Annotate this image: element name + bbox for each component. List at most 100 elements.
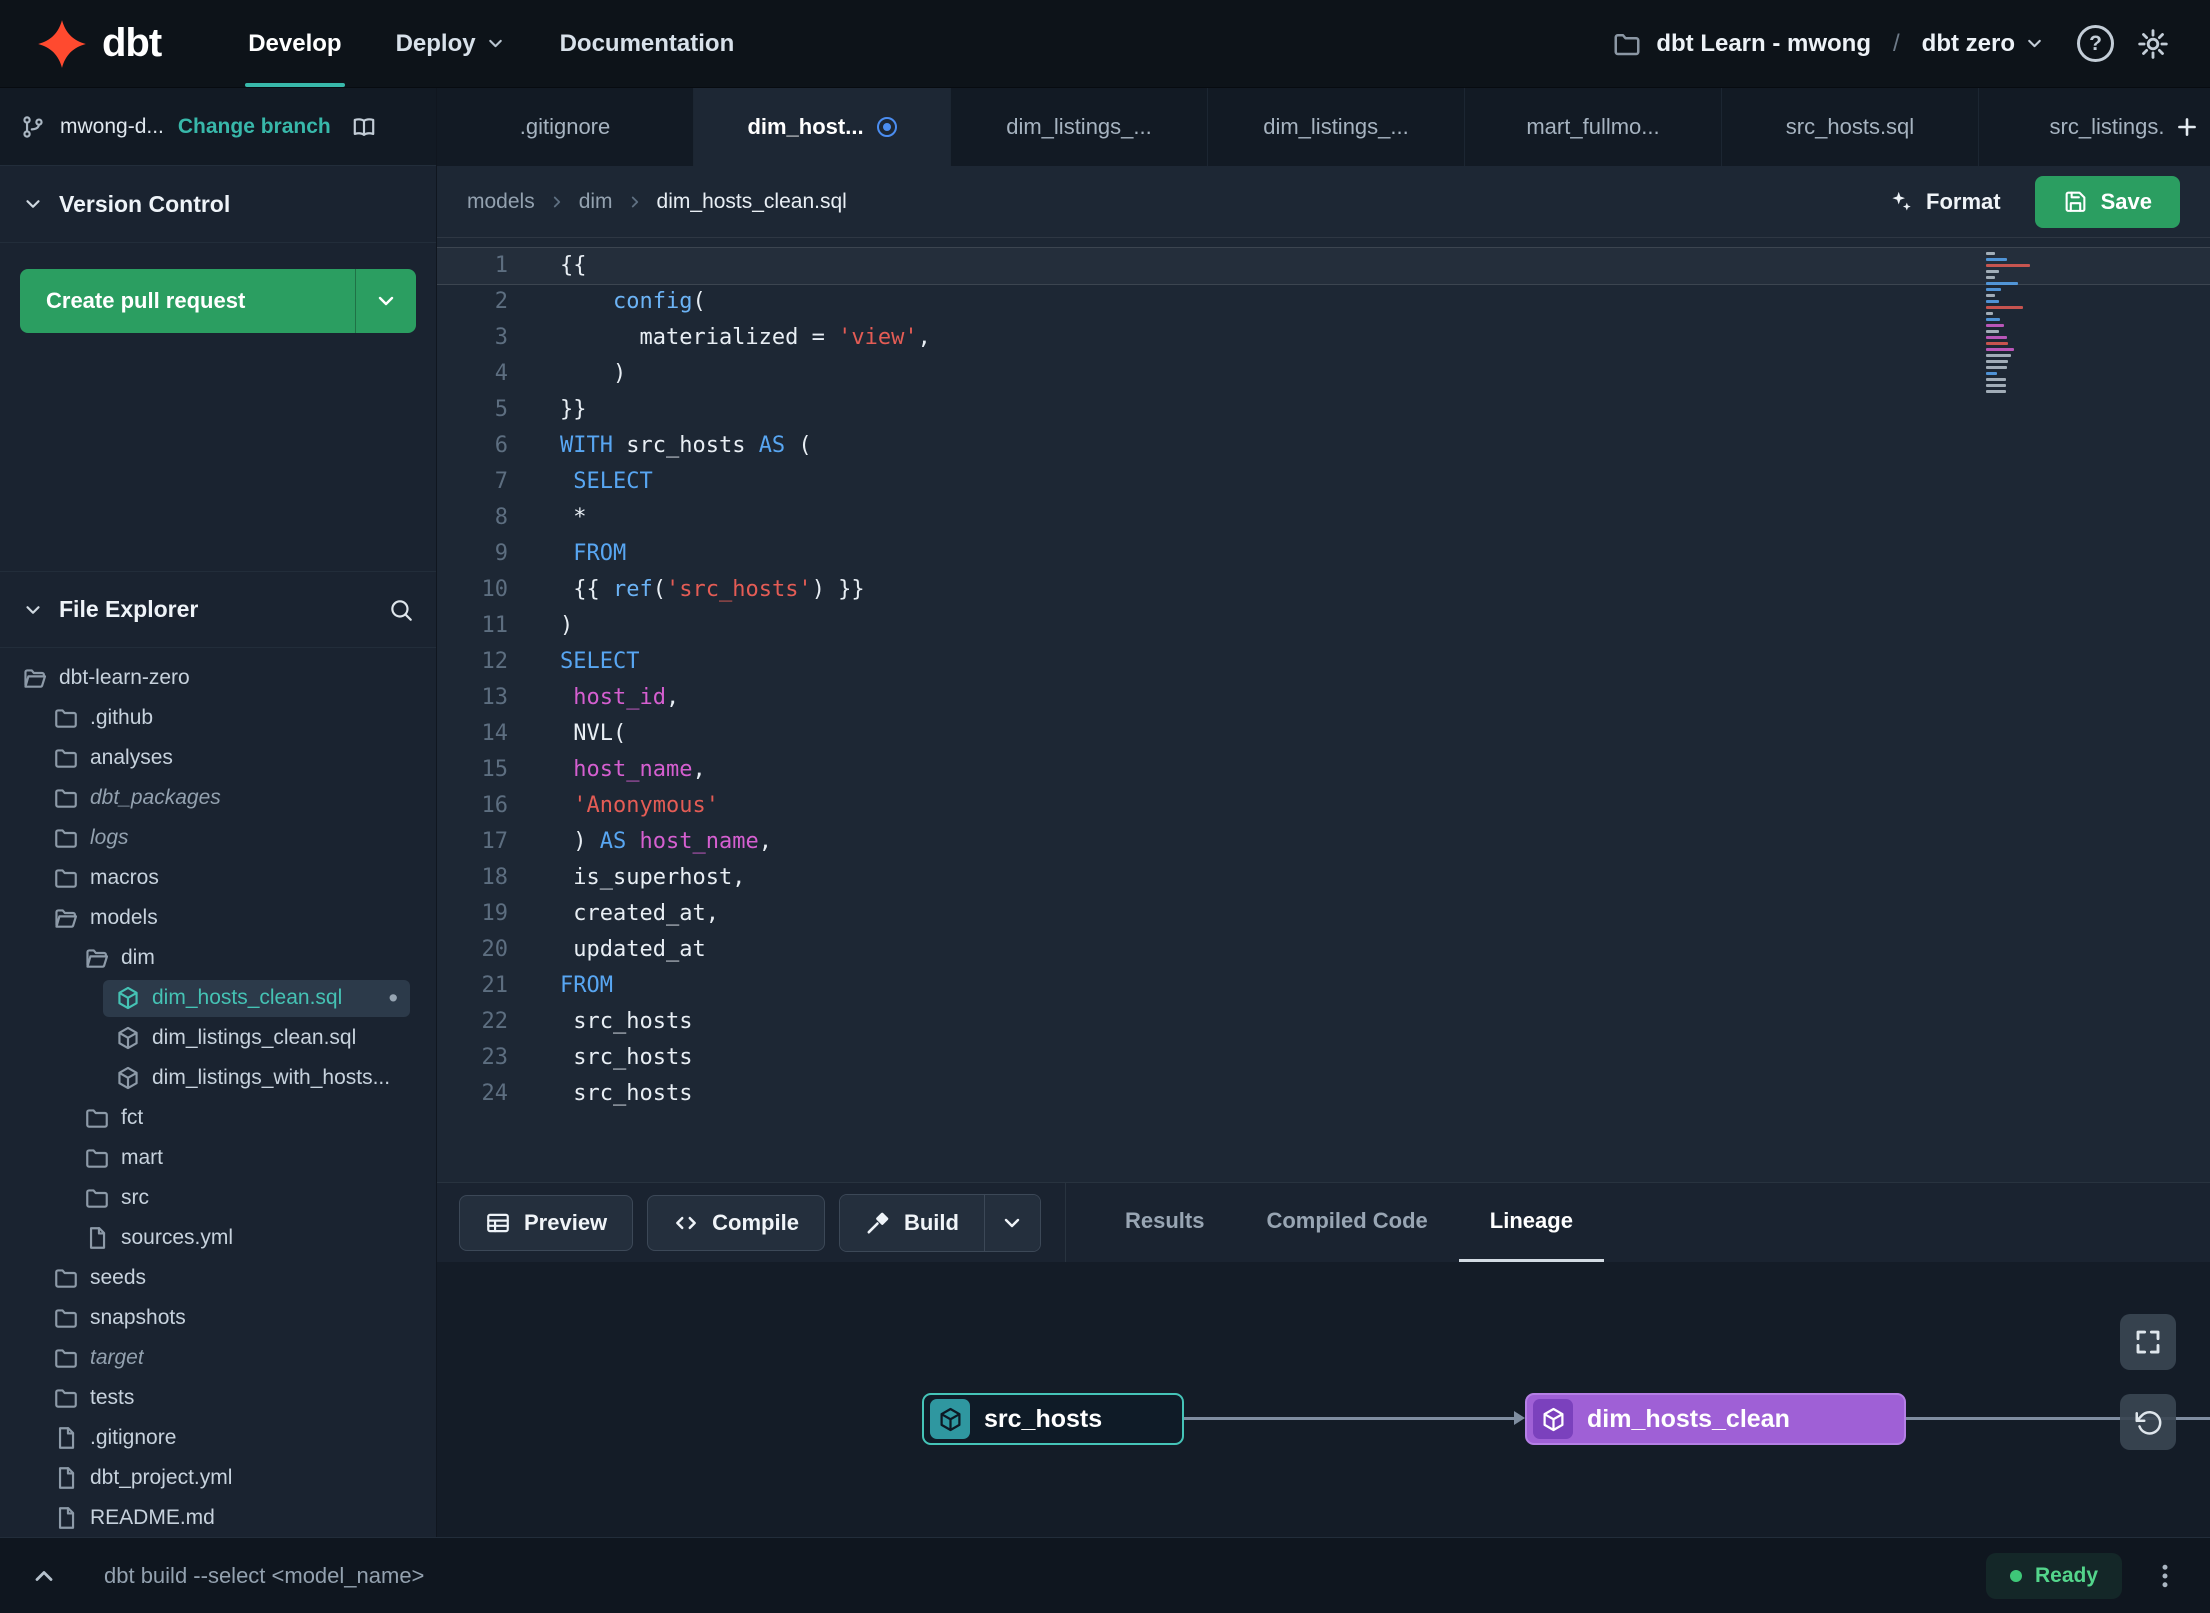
tree-item-target[interactable]: target: [0, 1338, 436, 1378]
code-line[interactable]: 3 materialized = 'view',: [437, 320, 2210, 356]
build-dropdown-button[interactable]: [983, 1194, 1040, 1251]
file-tab-gitignore[interactable]: .gitignore: [437, 88, 694, 166]
file-tab-label: dim_listings_...: [1006, 114, 1152, 139]
tree-item-sources-yml[interactable]: sources.yml: [0, 1218, 436, 1258]
folder-open-icon: [84, 945, 110, 971]
minimap[interactable]: [1986, 252, 2038, 396]
code-line[interactable]: 20 updated_at: [437, 932, 2210, 968]
create-pull-request-caret[interactable]: [356, 269, 416, 333]
create-pull-request-button[interactable]: Create pull request: [20, 269, 416, 333]
code-line[interactable]: 2 config(: [437, 284, 2210, 320]
code-line[interactable]: 7 SELECT: [437, 464, 2210, 500]
save-button[interactable]: Save: [2034, 175, 2180, 228]
lineage-node-dim-hosts-clean[interactable]: dim_hosts_clean: [1525, 1393, 1906, 1445]
tree-item-mart[interactable]: mart: [0, 1138, 436, 1178]
docs-book-icon[interactable]: [351, 114, 377, 140]
file-tab-dim-host[interactable]: dim_host...: [694, 88, 951, 166]
editor-actions: Format Save: [1887, 175, 2180, 228]
environment-selector[interactable]: dbt zero: [1922, 30, 2045, 58]
file-tab-mart-fullmo[interactable]: mart_fullmo...: [1465, 88, 1722, 166]
code-text: ): [560, 361, 627, 386]
build-button[interactable]: Build: [839, 1194, 984, 1251]
tree-item-fct[interactable]: fct: [0, 1098, 436, 1138]
tree-item-readme-md[interactable]: README.md: [0, 1498, 436, 1537]
code-line[interactable]: 5}}: [437, 392, 2210, 428]
file-tab-dim-listings[interactable]: dim_listings_...: [951, 88, 1208, 166]
code-line[interactable]: 15 host_name,: [437, 752, 2210, 788]
tree-item-github[interactable]: .github: [0, 698, 436, 738]
code-line[interactable]: 6 WITH src_hosts AS (: [437, 428, 2210, 464]
tree-item-dbt-learn-zero[interactable]: dbt-learn-zero: [0, 658, 436, 698]
nav-item-deploy[interactable]: Deploy: [369, 0, 533, 87]
tree-item-dim-listings-with-hosts[interactable]: dim_listings_with_hosts...: [0, 1058, 436, 1098]
minimap-line: [1986, 318, 2001, 321]
tree-item-dim-hosts-clean-sql[interactable]: dim_hosts_clean.sql •: [0, 978, 436, 1018]
code-line[interactable]: 8 *: [437, 500, 2210, 536]
line-number: 21: [481, 973, 509, 998]
code-line[interactable]: 22 src_hosts: [437, 1004, 2210, 1040]
dbt-logo[interactable]: dbt: [36, 18, 162, 70]
code-line[interactable]: 24 src_hosts: [437, 1076, 2210, 1112]
code-line[interactable]: 12 SELECT: [437, 644, 2210, 680]
format-button[interactable]: Format: [1887, 189, 2001, 215]
code-line[interactable]: 1 {{: [437, 248, 2210, 284]
code-line[interactable]: 17 ) AS host_name,: [437, 824, 2210, 860]
panel-tab-label: Compiled Code: [1266, 1208, 1428, 1233]
project-selector[interactable]: dbt Learn - mwong: [1612, 29, 1871, 59]
file-tab-dim-listings[interactable]: dim_listings_...: [1208, 88, 1465, 166]
tree-item-dbt-packages[interactable]: dbt_packages: [0, 778, 436, 818]
minimap-line: [1986, 324, 2005, 327]
code-line[interactable]: 14 NVL(: [437, 716, 2210, 752]
search-icon[interactable]: [388, 597, 414, 623]
kebab-menu-icon[interactable]: [2150, 1561, 2180, 1591]
tree-item-label: dim_listings_with_hosts...: [152, 1066, 391, 1089]
code-editor[interactable]: 1{{2 config(3 materialized = 'view', 4 ) 5…: [437, 238, 2210, 1182]
code-line[interactable]: 9 FROM: [437, 536, 2210, 572]
file-tab-src-hosts-sql[interactable]: src_hosts.sql: [1722, 88, 1979, 166]
cli-command[interactable]: dbt build --select <model_name>: [104, 1563, 424, 1589]
help-button[interactable]: ?: [2077, 25, 2114, 62]
version-control-header[interactable]: Version Control: [0, 166, 436, 243]
code-line[interactable]: 11): [437, 608, 2210, 644]
tree-item-gitignore[interactable]: .gitignore: [0, 1418, 436, 1458]
tree-item-tests[interactable]: tests: [0, 1378, 436, 1418]
code-line[interactable]: 13 host_id,: [437, 680, 2210, 716]
new-tab-button[interactable]: [2164, 88, 2210, 166]
panel-tab-lineage[interactable]: Lineage: [1458, 1183, 1604, 1262]
change-branch-link[interactable]: Change branch: [178, 115, 331, 139]
panel-tab-label: Lineage: [1489, 1208, 1573, 1233]
file-tab-src-listings[interactable]: src_listings.: [1979, 88, 2164, 166]
panel-tab-results[interactable]: Results: [1094, 1183, 1235, 1262]
tree-item-logs[interactable]: logs: [0, 818, 436, 858]
tree-item-dim[interactable]: dim: [0, 938, 436, 978]
tree-item-dbt-project-yml[interactable]: dbt_project.yml: [0, 1458, 436, 1498]
tree-item-snapshots[interactable]: snapshots: [0, 1298, 436, 1338]
preview-button[interactable]: Preview: [459, 1194, 634, 1251]
refresh-lineage-button[interactable]: [2120, 1394, 2176, 1450]
code-line[interactable]: 4 ): [437, 356, 2210, 392]
code-line[interactable]: 23 src_hosts: [437, 1040, 2210, 1076]
tree-item-macros[interactable]: macros: [0, 858, 436, 898]
compile-button[interactable]: Compile: [647, 1194, 825, 1251]
tree-item-models[interactable]: models: [0, 898, 436, 938]
tree-item-src[interactable]: src: [0, 1178, 436, 1218]
tree-item-analyses[interactable]: analyses: [0, 738, 436, 778]
code-line[interactable]: 18 is_superhost,: [437, 860, 2210, 896]
panel-tab-compiled-code[interactable]: Compiled Code: [1235, 1183, 1458, 1262]
file-explorer-header[interactable]: File Explorer: [0, 571, 436, 648]
tree-item-seeds[interactable]: seeds: [0, 1258, 436, 1298]
code-line[interactable]: 16 'Anonymous': [437, 788, 2210, 824]
settings-gear-icon[interactable]: [2136, 27, 2170, 61]
panel-tab-label: Results: [1124, 1208, 1205, 1233]
fullscreen-button[interactable]: [2120, 1314, 2176, 1370]
code-line[interactable]: 10 {{ ref('src_hosts') }}: [437, 572, 2210, 608]
chevron-up-icon[interactable]: [30, 1562, 58, 1590]
code-line[interactable]: 19 created_at,: [437, 896, 2210, 932]
history-icon: [2133, 1407, 2163, 1437]
lineage-node-src-hosts[interactable]: src_hosts: [922, 1393, 1184, 1445]
minimap-line: [1986, 366, 2007, 369]
tree-item-dim-listings-clean-sql[interactable]: dim_listings_clean.sql: [0, 1018, 436, 1058]
code-line[interactable]: 21 FROM: [437, 968, 2210, 1004]
nav-item-develop[interactable]: Develop: [221, 0, 368, 87]
nav-item-documentation[interactable]: Documentation: [533, 0, 762, 87]
